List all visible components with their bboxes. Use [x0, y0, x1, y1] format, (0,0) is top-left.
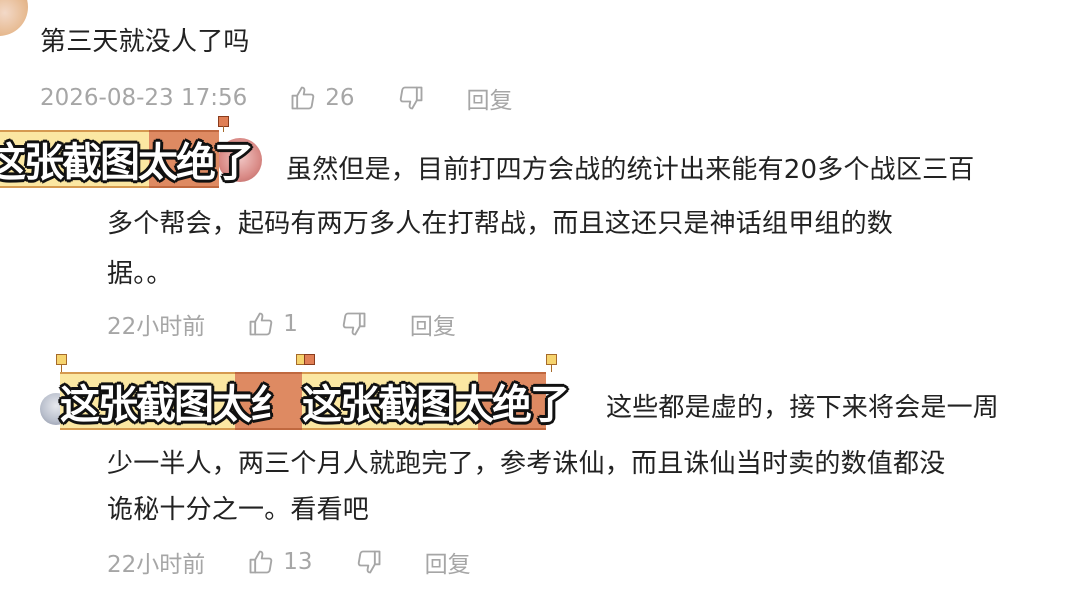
comment-list: 第三天就没人了吗 2026-08-23 17:56 26 回复 虽然但是，目前打…: [0, 0, 1080, 615]
caption-text: 这张截图太绝了: [0, 140, 254, 186]
comment-text: 第三天就没人了吗: [40, 27, 250, 57]
comment-meta: 22小时前 1 回复: [107, 304, 456, 344]
comment-time: 22小时前: [107, 552, 206, 578]
caption-overlay: 这张截图太绝了: [302, 372, 606, 430]
comment-time: 22小时前: [107, 314, 206, 340]
reply-button[interactable]: 回复: [410, 307, 456, 341]
like-count: 13: [283, 549, 313, 575]
like-count: 26: [325, 85, 355, 111]
comment-text-line: 虽然但是，目前打四方会战的统计出来能有20多个战区三百: [286, 155, 975, 185]
selection-guide: [551, 364, 552, 372]
reply-button[interactable]: 回复: [425, 545, 471, 579]
thumbs-up-icon[interactable]: [247, 310, 275, 338]
caption-overlay: 这张截图太绝了: [0, 130, 278, 188]
selection-guide: [61, 364, 62, 372]
thumbs-up-icon[interactable]: [247, 548, 275, 576]
comment-text-line: 诡秘十分之一。看看吧: [107, 495, 370, 525]
like-count: 1: [283, 311, 298, 337]
selection-guide: [223, 126, 224, 132]
comment-time: 2026-08-23 17:56: [40, 85, 248, 111]
resize-handle[interactable]: [304, 354, 315, 365]
comment-text-line: 多个帮会，起码有两万多人在打帮战，而且这还只是神话组甲组的数: [107, 209, 894, 239]
thumbs-down-icon[interactable]: [397, 84, 425, 112]
comment-meta: 2026-08-23 17:56 26 回复: [40, 78, 513, 118]
comment-text-line: 这些都是虚的，接下来将会是一周: [606, 393, 1000, 423]
thumbs-down-icon[interactable]: [355, 548, 383, 576]
comment-text-line: 据。。: [107, 259, 173, 289]
caption-text: 这张截图太纟: [60, 382, 290, 428]
avatar[interactable]: [0, 0, 28, 36]
reply-button[interactable]: 回复: [467, 81, 513, 115]
comment-meta: 22小时前 13 回复: [107, 542, 471, 582]
caption-overlay: 这张截图太纟: [60, 372, 310, 430]
caption-text: 这张截图太绝了: [302, 382, 570, 428]
thumbs-down-icon[interactable]: [340, 310, 368, 338]
thumbs-up-icon[interactable]: [289, 84, 317, 112]
